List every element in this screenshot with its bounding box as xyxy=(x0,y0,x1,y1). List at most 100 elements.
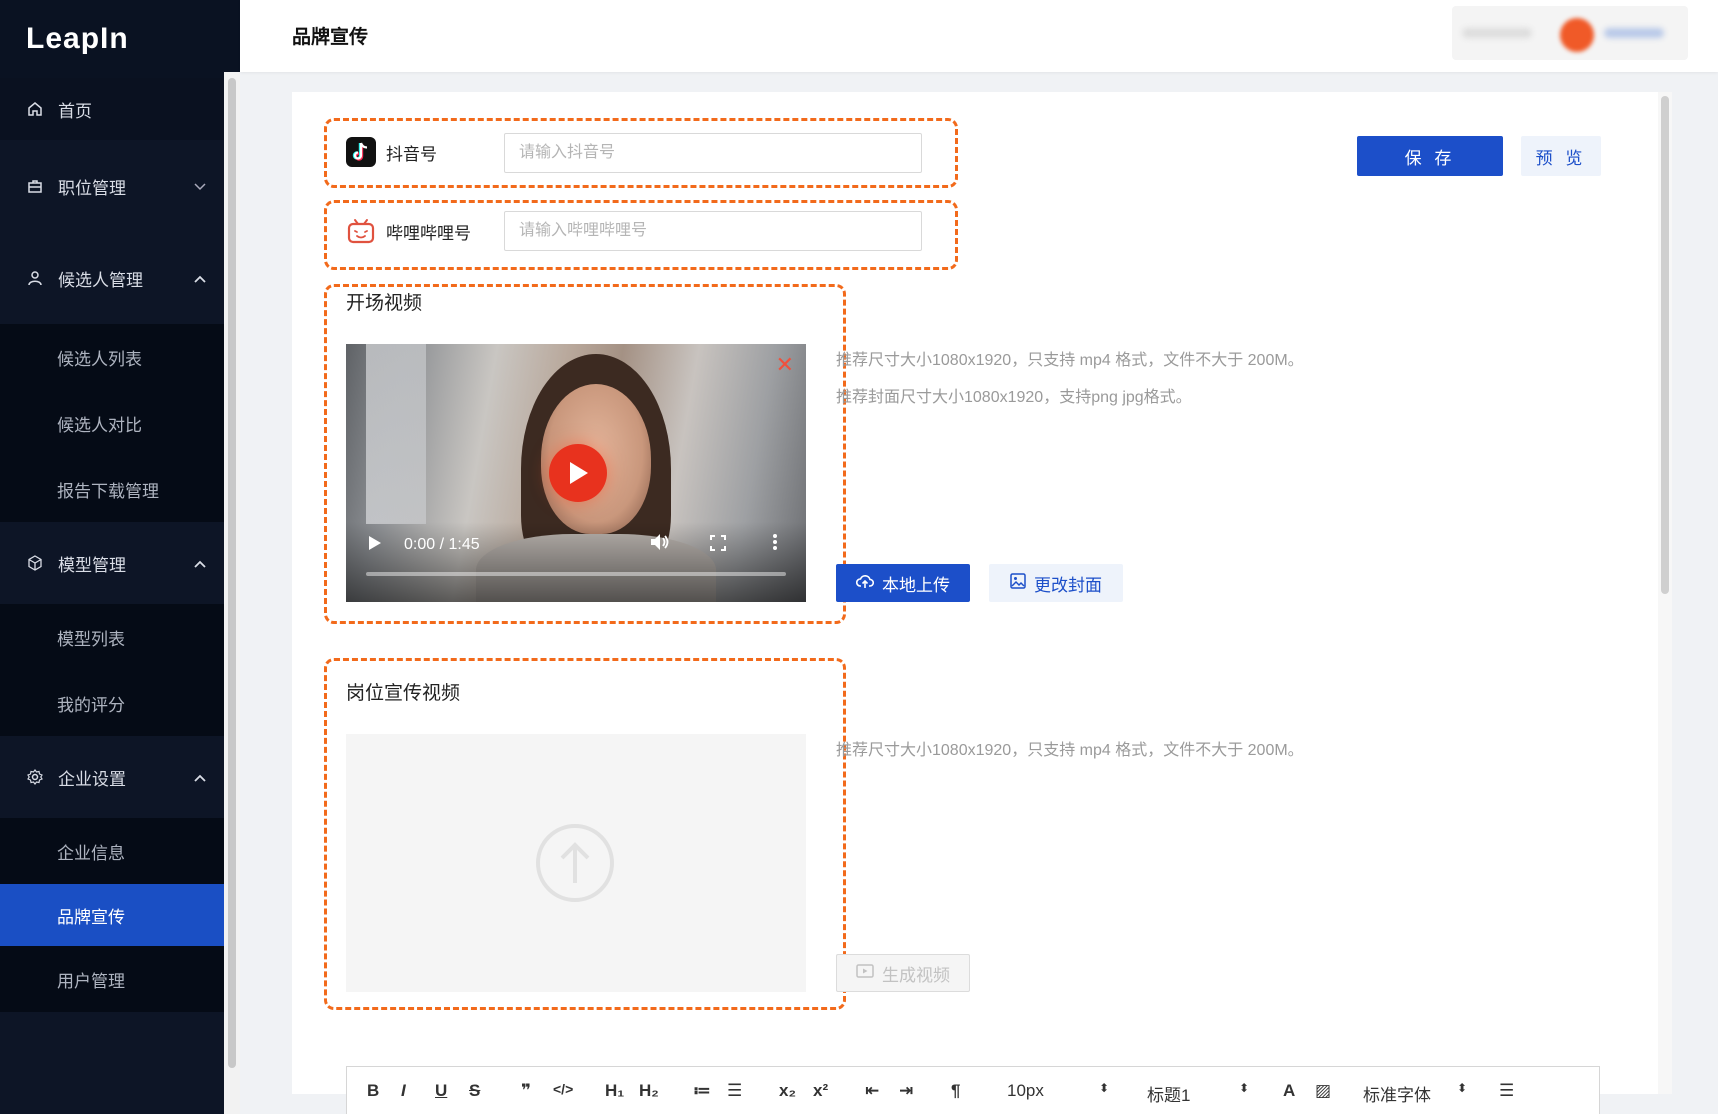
sidebar-item-label: 企业信息 xyxy=(57,843,125,863)
heading2-button[interactable]: H₂ xyxy=(639,1081,659,1101)
volume-icon[interactable] xyxy=(650,533,670,556)
rich-text-toolbar: B I U S ❞ </> H₁ H₂ ≔ ☰ x₂ x² ⇤ ⇥ ¶ 10px… xyxy=(346,1066,1600,1114)
select-arrow-icon: ⬍ xyxy=(1099,1081,1110,1095)
blurred-company-name xyxy=(1462,28,1532,38)
change-cover-label: 更改封面 xyxy=(1034,575,1102,595)
superscript-button[interactable]: x² xyxy=(813,1081,828,1101)
bold-button[interactable]: B xyxy=(367,1081,379,1101)
fullscreen-icon[interactable] xyxy=(710,535,726,556)
sidebar-item-label: 报告下载管理 xyxy=(57,481,159,501)
briefcase-icon xyxy=(26,177,44,195)
sidebar-item-model-management[interactable]: 模型管理 xyxy=(0,522,224,604)
sidebar-item-label: 职位管理 xyxy=(58,178,126,198)
bilibili-label-text: 哔哩哔哩号 xyxy=(386,223,471,243)
video-progress-bar[interactable] xyxy=(366,572,786,576)
opening-video-size-hint: 推荐尺寸大小1080x1920，只支持 mp4 格式，文件不大于 200M。 xyxy=(836,352,1304,369)
font-family-select[interactable]: 标准字体 xyxy=(1363,1081,1431,1106)
home-icon xyxy=(26,100,44,118)
bullet-list-button[interactable]: ☰ xyxy=(727,1081,742,1101)
ordered-list-button[interactable]: ≔ xyxy=(693,1081,711,1101)
sidebar-item-job-management[interactable]: 职位管理 xyxy=(0,140,224,232)
change-cover-button[interactable]: 更改封面 xyxy=(989,564,1123,602)
page-title: 品牌宣传 xyxy=(292,27,369,48)
background-color-icon[interactable]: ▨ xyxy=(1315,1081,1331,1101)
underline-button[interactable]: U xyxy=(435,1081,447,1101)
code-button[interactable]: </> xyxy=(553,1081,573,1097)
remove-video-close-icon[interactable]: ✕ xyxy=(776,352,794,378)
font-color-icon[interactable]: A xyxy=(1283,1081,1295,1101)
sidebar-item-company-info[interactable]: 企业信息 xyxy=(0,818,224,884)
bilibili-field-label: 哔哩哔哩号 xyxy=(346,216,471,246)
user-menu[interactable] xyxy=(1452,6,1688,60)
opening-video-player[interactable]: ✕ 0:00 / 1:45 xyxy=(346,344,806,602)
sidebar-item-company-settings[interactable]: 企业设置 xyxy=(0,736,224,818)
save-button[interactable]: 保 存 xyxy=(1357,136,1503,176)
top-header: 品牌宣传 xyxy=(240,0,1718,72)
sidebar-item-label: 候选人对比 xyxy=(57,415,142,435)
chevron-up-icon xyxy=(194,556,206,571)
video-upload-area[interactable] xyxy=(346,734,806,992)
video-background-window xyxy=(366,344,426,524)
generate-video-button[interactable]: 生成视频 xyxy=(836,954,970,992)
sidebar-item-candidate-compare[interactable]: 候选人对比 xyxy=(0,390,224,456)
blurred-username xyxy=(1604,28,1664,38)
video-time: 0:00 / 1:45 xyxy=(404,536,480,553)
chevron-up-icon xyxy=(194,770,206,785)
cover-size-hint: 推荐封面尺寸大小1080x1920，支持png jpg格式。 xyxy=(836,389,1192,406)
indent-button[interactable]: ⇥ xyxy=(899,1081,913,1101)
play-icon[interactable] xyxy=(368,535,382,556)
select-arrow-icon: ⬍ xyxy=(1457,1081,1468,1095)
blockquote-button[interactable]: ❞ xyxy=(521,1081,531,1101)
subscript-button[interactable]: x₂ xyxy=(779,1081,796,1101)
sidebar-item-label: 首页 xyxy=(58,101,92,121)
play-overlay-icon[interactable] xyxy=(549,444,607,502)
sidebar-item-candidate-list[interactable]: 候选人列表 xyxy=(0,324,224,390)
sidebar-item-home[interactable]: 首页 xyxy=(0,78,224,140)
local-upload-button[interactable]: 本地上传 xyxy=(836,564,970,602)
job-video-title: 岗位宣传视频 xyxy=(346,683,461,704)
image-icon xyxy=(1010,572,1026,594)
text-direction-button[interactable]: ¶ xyxy=(951,1081,960,1101)
bilibili-icon xyxy=(346,216,376,246)
sidebar-item-label: 品牌宣传 xyxy=(57,907,125,927)
chevron-down-icon xyxy=(194,179,206,194)
avatar[interactable] xyxy=(1560,18,1594,52)
outdent-button[interactable]: ⇤ xyxy=(865,1081,879,1101)
sidebar-item-candidate-management[interactable]: 候选人管理 xyxy=(0,232,224,324)
heading-select[interactable]: 标题1 xyxy=(1147,1081,1190,1106)
sidebar-item-label: 企业设置 xyxy=(58,769,126,789)
sidebar-item-label: 用户管理 xyxy=(57,971,125,991)
font-size-select[interactable]: 10px xyxy=(1007,1081,1044,1101)
strikethrough-button[interactable]: S xyxy=(469,1081,480,1101)
generate-video-label: 生成视频 xyxy=(882,965,950,985)
sidebar-item-label: 模型列表 xyxy=(57,629,125,649)
video-camera-icon xyxy=(856,963,874,983)
sidebar-item-label: 我的评分 xyxy=(57,695,125,715)
douyin-input[interactable] xyxy=(504,133,922,173)
upload-arrow-icon xyxy=(536,824,614,902)
bilibili-input[interactable] xyxy=(504,211,922,251)
cloud-upload-icon xyxy=(855,573,874,594)
select-arrow-icon: ⬍ xyxy=(1239,1081,1250,1095)
job-video-size-hint: 推荐尺寸大小1080x1920，只支持 mp4 格式，文件不大于 200M。 xyxy=(836,742,1304,759)
app-logo: LeapIn xyxy=(0,0,240,78)
main-scrollbar-thumb[interactable] xyxy=(1661,96,1669,594)
sidebar-item-user-management[interactable]: 用户管理 xyxy=(0,946,224,1012)
sidebar-item-label: 模型管理 xyxy=(58,555,126,575)
opening-video-title: 开场视频 xyxy=(346,293,423,314)
sidebar-scrollbar-thumb[interactable] xyxy=(228,78,236,1068)
sidebar-item-report-download[interactable]: 报告下载管理 xyxy=(0,456,224,522)
sidebar-item-brand-promotion[interactable]: 品牌宣传 xyxy=(0,884,224,946)
heading1-button[interactable]: H₁ xyxy=(605,1081,624,1101)
video-controls: 0:00 / 1:45 xyxy=(346,522,806,602)
tiktok-icon xyxy=(346,137,376,167)
sidebar-item-label: 候选人列表 xyxy=(57,349,142,369)
chevron-up-icon xyxy=(194,271,206,286)
align-left-icon[interactable]: ☰ xyxy=(1499,1081,1514,1101)
sidebar-item-my-scores[interactable]: 我的评分 xyxy=(0,670,224,736)
douyin-label-text: 抖音号 xyxy=(386,144,437,164)
more-options-icon[interactable] xyxy=(772,533,778,556)
italic-button[interactable]: I xyxy=(401,1081,406,1101)
preview-button[interactable]: 预 览 xyxy=(1521,136,1601,176)
sidebar-item-model-list[interactable]: 模型列表 xyxy=(0,604,224,670)
